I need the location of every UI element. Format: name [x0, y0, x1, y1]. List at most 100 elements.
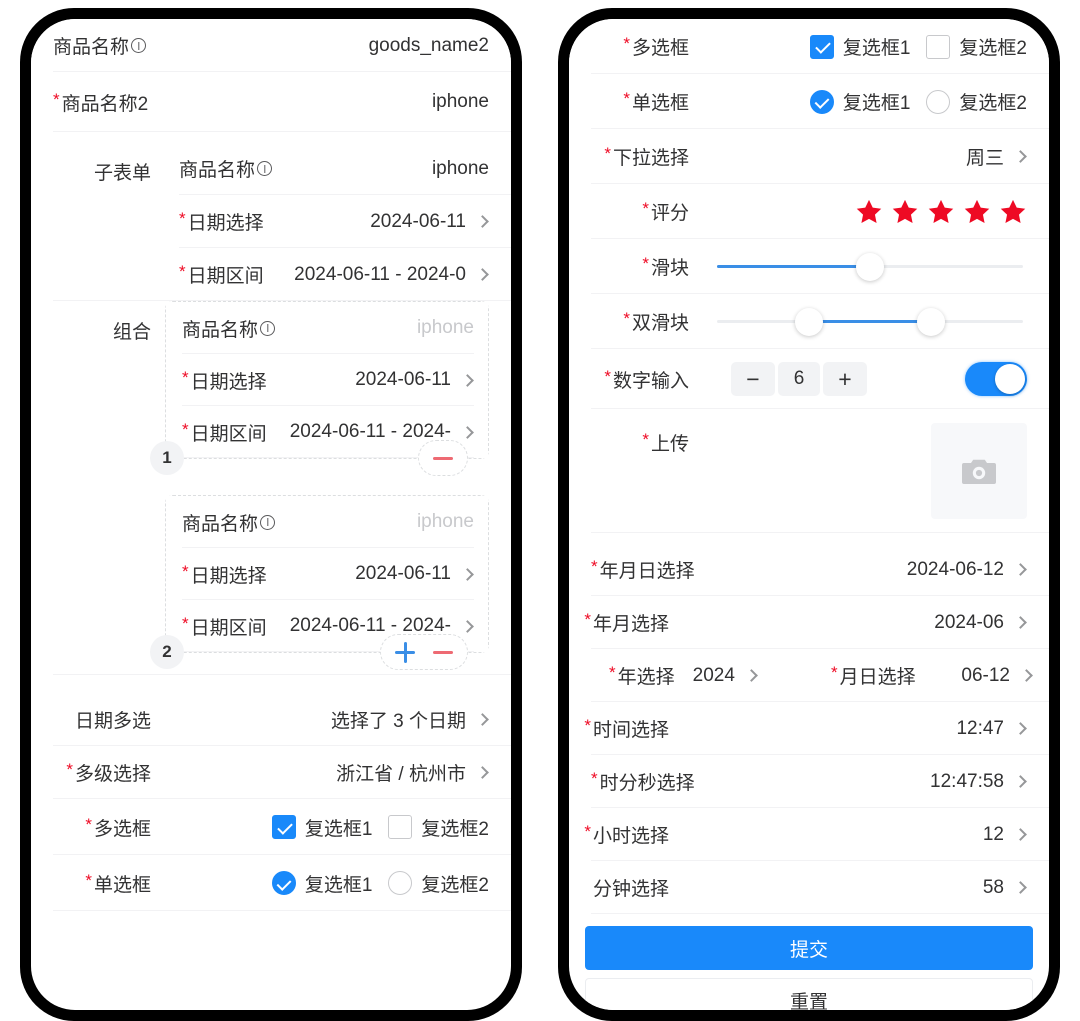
radio-option[interactable]: 复选框1 [809, 88, 910, 115]
phone-screen-right: * 多选框 复选框1 复选框2 * 单选框 复选框1 复选框2 * 下拉选择 周… [569, 19, 1049, 1010]
field-value[interactable]: 2024-06 [934, 612, 1027, 634]
range-slider-fill [808, 319, 932, 323]
field-row-radio[interactable]: * 单选框 复选框1 复选框2 [569, 74, 1049, 129]
radio-icon-checked[interactable] [271, 871, 296, 895]
slider-handle[interactable] [856, 252, 884, 281]
range-slider-handle-max[interactable] [917, 307, 946, 336]
add-item-button[interactable] [393, 640, 417, 664]
checkbox-option[interactable]: 复选框2 [388, 814, 489, 841]
star-icon[interactable] [963, 198, 991, 226]
field-row-checkbox[interactable]: * 多选框 复选框1 复选框2 [31, 799, 511, 855]
checkbox-option[interactable]: 复选框1 [271, 814, 372, 841]
field-row-subform-goods-name[interactable]: 商品名称 iphone [165, 142, 511, 195]
field-value[interactable]: 2024-06-11 - 2024-0 [294, 264, 489, 286]
field-row-subform-date[interactable]: * 日期选择 2024-06-11 [165, 195, 511, 248]
star-icon[interactable] [927, 198, 955, 226]
toggle-switch[interactable] [965, 362, 1027, 396]
field-row-card-date[interactable]: * 日期选择 2024-06-11 [166, 354, 488, 406]
radio-option[interactable]: 复选框2 [926, 88, 1027, 115]
star-icon[interactable] [855, 198, 883, 226]
info-icon[interactable] [260, 320, 276, 336]
field-value[interactable]: 2024-06-11 [355, 563, 474, 585]
rating-stars[interactable] [855, 198, 1027, 226]
field-value[interactable]: 2024-06-12 [907, 559, 1027, 581]
field-row-date-ym[interactable]: * 年月选择 2024-06 [569, 596, 1049, 649]
field-row-select[interactable]: * 下拉选择 周三 [569, 129, 1049, 184]
field-value[interactable]: iphone [432, 158, 489, 180]
range-slider-handle-min[interactable] [794, 307, 823, 336]
field-row-multi-date[interactable]: 日期多选 选择了 3 个日期 [31, 693, 511, 746]
field-value[interactable]: 12:47 [956, 718, 1027, 740]
radio-option[interactable]: 复选框2 [388, 870, 489, 897]
required-asterisk-icon: * [182, 419, 189, 439]
reset-button[interactable]: 重置 [585, 978, 1033, 1010]
remove-item-button[interactable] [431, 640, 455, 664]
field-row-card-goods-name[interactable]: 商品名称 iphone [166, 496, 488, 548]
field-row-minute[interactable]: 分钟选择 58 [569, 861, 1049, 914]
field-row-radio[interactable]: * 单选框 复选框1 复选框2 [31, 855, 511, 911]
stepper-value[interactable]: 6 [778, 362, 820, 396]
slider-track-area[interactable] [717, 250, 1023, 284]
remove-item-button[interactable] [431, 446, 455, 470]
checkbox-icon-checked[interactable] [271, 815, 296, 839]
required-asterisk-icon: * [584, 822, 591, 841]
stepper-plus-button[interactable]: + [823, 362, 867, 396]
field-row-time[interactable]: * 时间选择 12:47 [569, 702, 1049, 755]
submit-button[interactable]: 提交 [585, 926, 1033, 970]
field-value[interactable]: goods_name2 [369, 35, 489, 57]
field-value[interactable]: 12 [983, 824, 1027, 846]
range-slider-track-area[interactable] [717, 305, 1023, 339]
field-row-cascader[interactable]: * 多级选择 浙江省 / 杭州市 [31, 746, 511, 799]
form-scroll-right[interactable]: * 多选框 复选框1 复选框2 * 单选框 复选框1 复选框2 * 下拉选择 周… [569, 19, 1049, 1010]
field-row-rate[interactable]: * 评分 [569, 184, 1049, 239]
field-row-goods-name2[interactable]: * 商品名称2 iphone [31, 72, 511, 132]
checkbox-icon-checked[interactable] [809, 34, 834, 59]
field-row-upload[interactable]: * 上传 [569, 409, 1049, 533]
field-row-checkbox[interactable]: * 多选框 复选框1 复选框2 [569, 19, 1049, 74]
field-row-time-hms[interactable]: * 时分秒选择 12:47:58 [569, 755, 1049, 808]
form-scroll-left[interactable]: 商品名称 goods_name2 * 商品名称2 iphone 子表单 商品名称… [31, 19, 511, 1010]
field-value[interactable]: 周三 [966, 143, 1027, 170]
field-value[interactable]: 浙江省 / 杭州市 [336, 759, 489, 786]
field-value[interactable]: 2024-06-11 [355, 369, 474, 391]
field-row-card-goods-name[interactable]: 商品名称 iphone [166, 302, 488, 354]
checkbox-icon-unchecked[interactable] [388, 815, 413, 839]
field-row-subform-date-range[interactable]: * 日期区间 2024-06-11 - 2024-0 [165, 248, 511, 301]
checkbox-icon-unchecked[interactable] [926, 34, 951, 59]
field-value[interactable]: iphone [417, 317, 474, 339]
field-value[interactable]: 58 [983, 877, 1027, 899]
upload-button[interactable] [931, 423, 1027, 519]
submit-button-wrap: 提交 [569, 914, 1049, 974]
field-value[interactable]: iphone [417, 511, 474, 533]
radio-option-label: 复选框2 [959, 93, 1027, 114]
field-value[interactable]: iphone [432, 91, 489, 113]
field-value[interactable]: 06-12 [961, 665, 1033, 687]
chevron-right-icon [1014, 828, 1027, 841]
field-row-month-day[interactable]: * 月日选择 06-12 [809, 662, 1049, 689]
field-value[interactable]: 12:47:58 [930, 771, 1027, 793]
checkbox-option[interactable]: 复选框1 [809, 33, 910, 60]
field-row-hour[interactable]: * 小时选择 12 [569, 808, 1049, 861]
field-row-date-ymd[interactable]: * 年月日选择 2024-06-12 [569, 543, 1049, 596]
field-value[interactable]: 选择了 3 个日期 [331, 706, 489, 733]
checkbox-option[interactable]: 复选框2 [926, 33, 1027, 60]
star-icon[interactable] [999, 198, 1027, 226]
field-row-slider[interactable]: * 滑块 [569, 239, 1049, 294]
info-icon[interactable] [260, 514, 276, 530]
stepper-minus-button[interactable]: − [731, 362, 775, 396]
field-row-stepper[interactable]: * 数字输入 − 6 + [569, 349, 1049, 409]
info-icon[interactable] [131, 38, 147, 53]
field-row-year[interactable]: * 年选择 2024 [569, 662, 809, 689]
star-icon[interactable] [891, 198, 919, 226]
field-row-goods-name[interactable]: 商品名称 goods_name2 [31, 19, 511, 72]
field-value[interactable]: 2024 [693, 665, 758, 687]
radio-icon-unchecked[interactable] [926, 89, 951, 114]
card-index-badge: 1 [150, 441, 184, 475]
field-value[interactable]: 2024-06-11 [370, 211, 489, 233]
radio-icon-unchecked[interactable] [388, 871, 413, 895]
field-row-card-date[interactable]: * 日期选择 2024-06-11 [166, 548, 488, 600]
field-row-range-slider[interactable]: * 双滑块 [569, 294, 1049, 349]
radio-option[interactable]: 复选框1 [271, 870, 372, 897]
info-icon[interactable] [257, 161, 273, 176]
radio-icon-checked[interactable] [809, 89, 834, 114]
